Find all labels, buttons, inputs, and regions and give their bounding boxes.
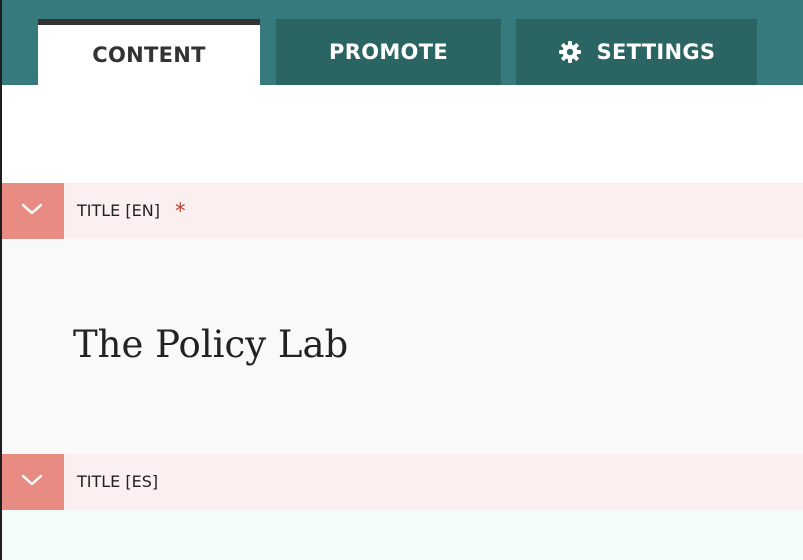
tab-content[interactable]: CONTENT [38,19,260,85]
title-en-value[interactable]: The Policy Lab [73,320,348,370]
tab-promote-label: PROMOTE [329,40,448,64]
required-marker: * [175,199,186,223]
gear-icon [558,40,582,64]
tab-settings[interactable]: SETTINGS [516,19,757,85]
tab-bar: CONTENT PROMOTE SETTINGS [0,0,803,85]
title-es-label: TITLE [ES] [77,472,159,491]
window-edge [0,0,2,560]
title-es-field[interactable] [0,510,803,560]
title-en-label: TITLE [EN] [77,201,160,220]
chevron-down-icon [21,473,43,492]
title-en-header: TITLE [EN] * [0,183,803,239]
chevron-down-icon [21,202,43,221]
tab-settings-label: SETTINGS [596,40,716,64]
title-en-toggle-button[interactable] [0,183,64,239]
tab-content-label: CONTENT [92,43,206,67]
title-es-header: TITLE [ES] [0,454,803,510]
tab-promote[interactable]: PROMOTE [276,19,501,85]
title-es-toggle-button[interactable] [0,454,64,510]
